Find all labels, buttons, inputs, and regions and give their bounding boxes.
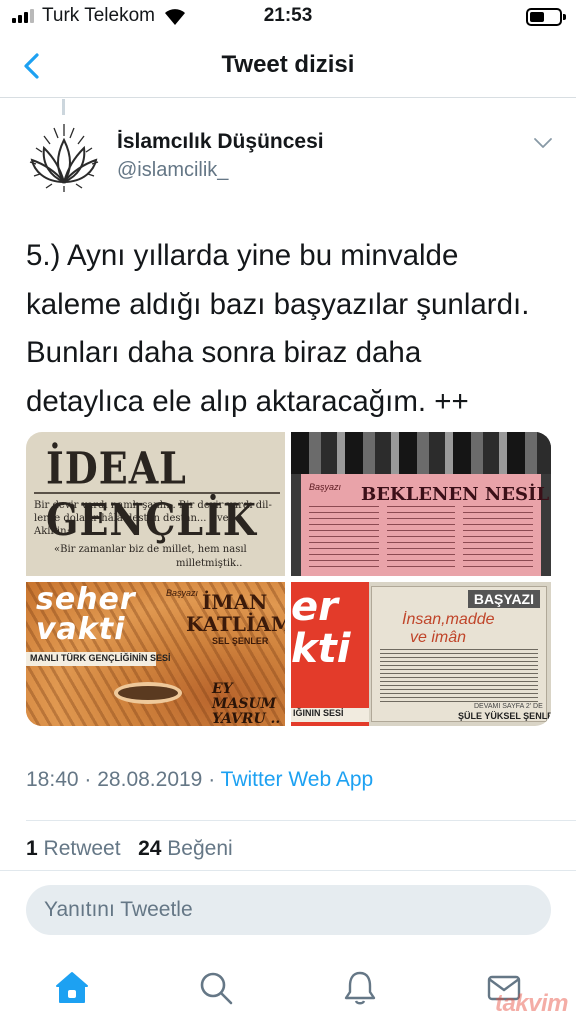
search-icon [200, 972, 233, 1005]
image-prefix: Başyazı [166, 588, 199, 598]
image-text-column [463, 506, 533, 572]
caption-line: YAVRU .. [212, 711, 281, 727]
image-header: BAŞYAZI [467, 590, 540, 608]
tweet-text: 5.) Aynı yıllarda yine bu minvalde kalem… [26, 239, 530, 418]
image-headline: İMAN [202, 590, 268, 614]
image-headline: İnsan,madde [402, 611, 495, 628]
image-text-line: milletmiştik.. [176, 558, 243, 569]
magazine-subtitle: IĞININ SESİ [291, 708, 369, 722]
reply-placeholder: Yanıtını Tweetle [44, 898, 193, 921]
image-author: SEL ŞENLER [212, 636, 269, 646]
image-photo-strip [291, 432, 551, 474]
tweet-stats: 1 Retweet 24 Beğeni [26, 837, 233, 861]
retweet-label: Retweet [43, 837, 121, 860]
home-icon [56, 972, 88, 1003]
tab-bar: takvim [0, 950, 576, 1024]
nav-bar: Tweet dizisi [0, 34, 576, 98]
image-text-line: lerde dolaşır hâlâ destan destan... Evet [34, 513, 233, 524]
tab-home[interactable] [52, 968, 92, 1008]
page-title: Tweet dizisi [221, 51, 355, 78]
image-continued-note: DEVAMI SAYFA 2' DE [474, 703, 543, 710]
image-author: ŞÜLE YÜKSEL ŞENLER [458, 711, 551, 721]
battery-icon [526, 8, 566, 26]
reply-input[interactable]: Yanıtını Tweetle [26, 885, 551, 935]
like-label: Beğeni [167, 837, 233, 860]
tweet-menu-button[interactable] [532, 134, 554, 152]
media-image-iman-katliami[interactable]: seher vakti MANLI TÜRK GENÇLİĞİNİN SESİ … [26, 582, 285, 726]
divider [0, 870, 576, 871]
magazine-cover: er kti [291, 582, 369, 726]
image-text-line: Bir devir vardı namlı şanlı... Bir devir… [34, 500, 272, 511]
image-paper: BAŞYAZI İnsan,madde ve imân DEVAMI SAYFA… [371, 586, 551, 722]
avatar[interactable] [26, 120, 102, 196]
retweet-count: 1 [26, 837, 38, 860]
image-eye [118, 686, 178, 700]
author-handle[interactable]: @islamcilik_ [117, 159, 228, 182]
tab-notifications[interactable] [340, 968, 380, 1008]
caption-line: EY [212, 681, 233, 697]
tweet-meta: 18:40 · 28.08.2019 · Twitter Web App [26, 768, 373, 792]
image-text-column [387, 506, 455, 572]
retweets-link[interactable]: 1 Retweet [26, 837, 121, 860]
tab-search[interactable] [196, 968, 236, 1008]
image-caption: EY MASUM YAVRU .. [212, 681, 281, 727]
magazine-subtitle: MANLI TÜRK GENÇLİĞİNİN SESİ [30, 653, 171, 663]
author-name[interactable]: İslamcılık Düşüncesi [117, 130, 324, 154]
media-grid: İDEAL GENÇLİK Bir devir vardı namlı şanl… [26, 432, 551, 726]
logo-line: er [291, 584, 338, 630]
image-headline: ve imân [410, 629, 467, 646]
image-text-line: «Bir zamanlar biz de millet, hem nasıl [54, 544, 247, 555]
like-count: 24 [138, 837, 162, 860]
bell-icon [344, 971, 376, 1005]
magazine-logo: er kti [291, 586, 350, 670]
logo-line: kti [291, 626, 351, 672]
clock: 21:53 [263, 5, 313, 26]
image-text-block [380, 649, 538, 705]
tweet-date: 28.08.2019 [97, 768, 203, 791]
tweet-source-link[interactable]: Twitter Web App [221, 768, 374, 791]
caption-line: MASUM [212, 696, 277, 712]
magazine-logo: vakti [36, 612, 126, 647]
chevron-down-icon [534, 138, 552, 148]
tweet-time: 18:40 [26, 768, 79, 791]
image-text-column [309, 506, 379, 572]
separator: · [84, 768, 92, 791]
divider [34, 492, 280, 494]
likes-link[interactable]: 24 Beğeni [138, 837, 233, 860]
media-image-insan-madde-ve-iman[interactable]: er kti IĞININ SESİ BAŞYAZI İnsan,madde v… [291, 582, 551, 726]
status-bar: Turk Telekom 21:53 [0, 0, 576, 34]
image-headline: BEKLENEN NESİL [361, 484, 550, 505]
media-image-ideal-genclik[interactable]: İDEAL GENÇLİK Bir devir vardı namlı şanl… [26, 432, 285, 576]
image-headline: KATLİAMI [186, 612, 285, 636]
media-image-beklenen-nesil[interactable]: Başyazı BEKLENEN NESİL [291, 432, 551, 576]
watermark: takvim [494, 990, 569, 1017]
image-text-line: Akif'in: [34, 526, 70, 537]
separator: · [208, 768, 216, 791]
divider [26, 820, 576, 821]
thread-connector [62, 99, 65, 115]
image-prefix: Başyazı [309, 482, 342, 492]
